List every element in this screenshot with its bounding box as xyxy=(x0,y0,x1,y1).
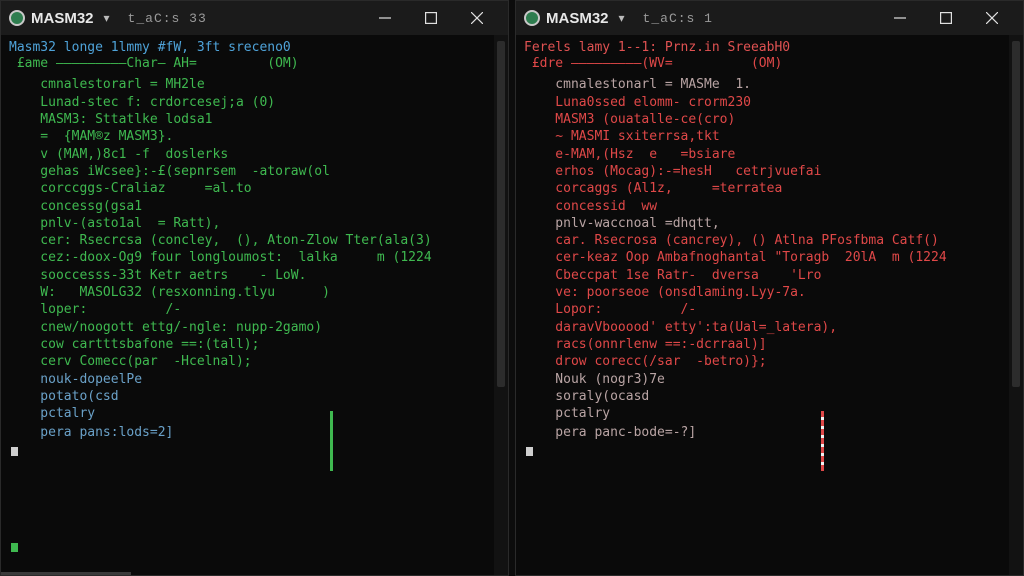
terminal-line: corccggs-Craliaz =al.to xyxy=(9,181,252,196)
terminal-line: cerv Comecc(par -Hcelnal); xyxy=(9,354,252,369)
terminal-line: racs(onnrlenw ==:-dcrraal)] xyxy=(524,337,767,352)
terminal-line: pera pans:lods=2] xyxy=(9,425,174,440)
tab-info: t_aC:s 1 xyxy=(642,10,713,26)
terminal-line: Cbeccpat 1se Ratr- dversa 'Lro xyxy=(524,268,822,283)
terminal-line: pctalry xyxy=(9,406,96,421)
chevron-down-icon[interactable]: ▾ xyxy=(104,11,110,25)
terminal-line: car. Rsecrosa (cancrey), () Atlna PFosfb… xyxy=(524,233,939,248)
minimize-button[interactable] xyxy=(362,1,408,35)
minimize-button[interactable] xyxy=(877,1,923,35)
terminal-line: nouk-dopeelPe xyxy=(9,372,143,387)
terminal-line: ve: poorseoe (onsdlaming.Lyy-7a. xyxy=(524,285,806,300)
terminal-line: Lopor: /- xyxy=(524,302,697,317)
close-button[interactable] xyxy=(454,1,500,35)
terminal-line: concessid ww xyxy=(524,199,658,214)
terminal-line: concessg(gsa1 xyxy=(9,199,143,214)
terminal-line: MASM3: Sttatlke lodsa1 xyxy=(9,112,213,127)
terminal-line: pctalry xyxy=(524,406,611,421)
minimize-icon xyxy=(379,17,391,19)
text-cursor xyxy=(330,411,333,471)
terminal-output[interactable]: Ferels lamy 1--1: Prnz.in SreeabH0 £dre … xyxy=(516,35,1023,575)
maximize-icon xyxy=(425,12,437,24)
terminal-line: Nouk (nogr3)7e xyxy=(524,372,665,387)
prompt-marker xyxy=(11,543,18,552)
terminal-line: cer: Rsecrcsa (concley, (), Aton-Zlow Tt… xyxy=(9,233,432,248)
scrollbar[interactable] xyxy=(494,35,508,575)
terminal-line: gehas iWcsee}:-£(sepnrsem -atoraw(ol xyxy=(9,164,330,179)
titlebar[interactable]: MASM32 ▾ t_aC:s 33 xyxy=(1,1,508,35)
terminal-output[interactable]: Masm32 longe 1lmmy #fW, 3ft sreceno0 £am… xyxy=(1,35,508,575)
terminal-line: pnlv-waccnoal =dhqtt, xyxy=(524,216,720,231)
tab-info: t_aC:s 33 xyxy=(127,10,207,26)
terminal-line: Masm32 longe 1lmmy #fW, 3ft sreceno0 xyxy=(9,40,291,55)
scrollbar-thumb[interactable] xyxy=(1012,41,1020,387)
terminal-line: Luna0ssed elomm- crorm230 xyxy=(524,95,751,110)
app-icon xyxy=(524,10,540,26)
terminal-line: daravVbooood' etty':ta(Ual=_latera), xyxy=(524,320,838,335)
titlebar[interactable]: MASM32 ▾ t_aC:s 1 xyxy=(516,1,1023,35)
screen: MASM32 ▾ t_aC:s 33 Masm32 longe 1lmmy #f… xyxy=(0,0,1024,576)
terminal-line: v (MAM,)8c1 -f doslerks xyxy=(9,147,229,162)
terminal-line: drow corecc(/sar -betro)}; xyxy=(524,354,767,369)
terminal-line: cow cartttsbafone ==:(tall); xyxy=(9,337,260,352)
terminal-line: £dre —————————(WV= (OM) xyxy=(524,56,783,71)
terminal-line: corcaggs (Al1z, =terratea xyxy=(524,181,783,196)
chevron-down-icon[interactable]: ▾ xyxy=(619,11,625,25)
terminal-line: £ame —————————Char— AH= (OM) xyxy=(9,56,299,71)
text-cursor xyxy=(821,411,824,471)
terminal-window-right[interactable]: MASM32 ▾ t_aC:s 1 Ferels lamy 1--1: Prnz… xyxy=(515,0,1024,576)
terminal-line: pnlv-(asto1al = Ratt), xyxy=(9,216,221,231)
terminal-line: Ferels lamy 1--1: Prnz.in SreeabH0 xyxy=(524,40,791,55)
terminal-line: pera panc-bode=-?] xyxy=(524,425,697,440)
maximize-icon xyxy=(940,12,952,24)
prompt-marker xyxy=(526,447,533,456)
terminal-line: cmnalestorarl = MH2le xyxy=(9,77,205,92)
terminal-line: MASM3 (ouatalle-ce(cro) xyxy=(524,112,736,127)
terminal-line: W: MASOLG32 (resxonning.tlyu ) xyxy=(9,285,330,300)
prompt-marker xyxy=(11,447,18,456)
terminal-line: e-MAM,(Hsz e =bsiare xyxy=(524,147,736,162)
terminal-line: cmnalestonarl = MASMe 1. xyxy=(524,77,751,92)
terminal-line: Lunad-stec f: crdorcesej;a (0) xyxy=(9,95,276,110)
terminal-line: erhos (Mocag):-=hesH cetrjvuefai xyxy=(524,164,822,179)
terminal-line: cnew/noogott ettg/-ngle: nupp-2gamo) xyxy=(9,320,323,335)
status-strip xyxy=(1,572,131,575)
close-icon xyxy=(986,12,998,24)
minimize-icon xyxy=(894,17,906,19)
scrollbar[interactable] xyxy=(1009,35,1023,575)
terminal-window-left[interactable]: MASM32 ▾ t_aC:s 33 Masm32 longe 1lmmy #f… xyxy=(0,0,509,576)
terminal-line: potato(csd xyxy=(9,389,119,404)
terminal-line: loper: /- xyxy=(9,302,182,317)
close-icon xyxy=(471,12,483,24)
terminal-line: cez:-doox-Og9 four longloumost: lalka m … xyxy=(9,250,432,265)
maximize-button[interactable] xyxy=(923,1,969,35)
terminal-line: = {MAM®z MASM3}. xyxy=(9,129,174,144)
app-icon xyxy=(9,10,25,26)
window-controls xyxy=(362,1,500,35)
terminal-line: sooccesss-33t Ketr aetrs - LoW. xyxy=(9,268,307,283)
close-button[interactable] xyxy=(969,1,1015,35)
terminal-line: ~ MASMI sxiterrsa,tkt xyxy=(524,129,720,144)
maximize-button[interactable] xyxy=(408,1,454,35)
window-title: MASM32 xyxy=(546,9,609,27)
terminal-line: cer-keaz Oop Ambafnoghantal "Toragb 20lA… xyxy=(524,250,947,265)
terminal-line: soraly(ocasd xyxy=(524,389,650,404)
window-controls xyxy=(877,1,1015,35)
window-title: MASM32 xyxy=(31,9,94,27)
scrollbar-thumb[interactable] xyxy=(497,41,505,387)
